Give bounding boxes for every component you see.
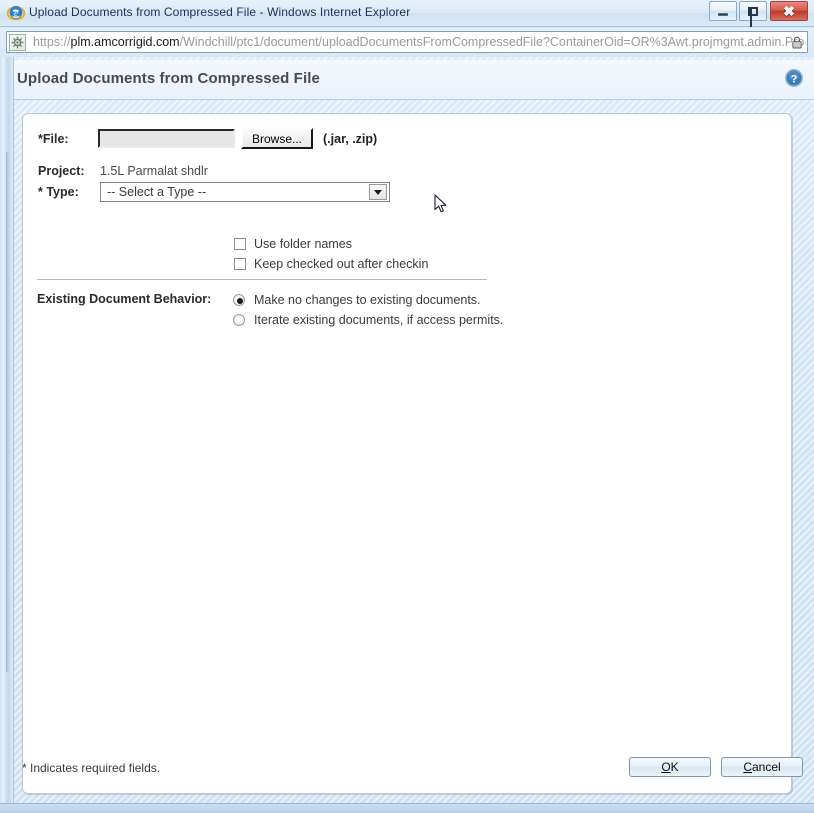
form-content-panel: *File: Browse... (.jar, .zip) Project: 1…: [22, 113, 792, 794]
help-question-icon[interactable]: ?: [784, 68, 804, 88]
checkbox-use-folder-names[interactable]: Use folder names: [234, 234, 428, 254]
file-label: *File:: [38, 131, 69, 146]
window-bottom-frame: [0, 803, 814, 813]
project-value: 1.5L Parmalat shdlr: [100, 164, 208, 178]
page-title: Upload Documents from Compressed File: [17, 70, 320, 87]
page-area: Upload Documents from Compressed File ? …: [0, 57, 814, 813]
existing-document-behavior-label: Existing Document Behavior:: [37, 292, 212, 306]
cancel-mnemonic: C: [743, 760, 752, 774]
browse-button[interactable]: Browse...: [241, 128, 314, 149]
restore-button[interactable]: [739, 1, 767, 27]
project-row: Project: 1.5L Parmalat shdlr: [38, 164, 208, 178]
site-favicon-icon: [9, 33, 26, 51]
type-label: * Type:: [38, 185, 79, 199]
dialog-footer: * Indicates required fields. OK Cancel: [14, 747, 814, 797]
radio-iterate-existing[interactable]: Iterate existing documents, if access pe…: [233, 310, 503, 330]
restore-icon: [740, 2, 766, 27]
address-bar-row: https://plm.amcorrigid.com/Windchill/ptc…: [0, 28, 814, 56]
file-format-hint: (.jar, .zip): [323, 131, 378, 146]
padlock-icon: [792, 36, 802, 49]
existing-document-behavior-row: Existing Document Behavior: Make no chan…: [37, 290, 503, 330]
radio-make-no-changes[interactable]: Make no changes to existing documents.: [233, 290, 503, 310]
url-scheme: https://: [33, 35, 71, 49]
close-button[interactable]: ✖: [770, 1, 808, 21]
url-host: plm.amcorrigid.com: [70, 35, 180, 49]
radio-dot[interactable]: [233, 294, 245, 306]
checkbox-box[interactable]: [234, 258, 246, 270]
checkbox-box[interactable]: [234, 238, 246, 250]
file-field-row: *File: Browse... (.jar, .zip): [38, 128, 377, 149]
checkbox-keep-checked-out[interactable]: Keep checked out after checkin: [234, 254, 428, 274]
form-header-bar: Upload Documents from Compressed File ?: [14, 60, 814, 100]
minimize-icon: [710, 2, 736, 20]
window-left-edge-accent: [6, 152, 10, 672]
type-select[interactable]: -- Select a Type --: [100, 182, 390, 202]
file-input[interactable]: [98, 129, 235, 148]
svg-text:?: ?: [791, 73, 798, 85]
address-bar[interactable]: https://plm.amcorrigid.com/Windchill/ptc…: [6, 31, 808, 53]
existing-document-behavior-options: Make no changes to existing documents. I…: [233, 290, 503, 330]
url-path: /Windchill/ptc1/document/uploadDocuments…: [179, 35, 805, 49]
ok-mnemonic: O: [661, 760, 671, 774]
type-row: * Type: -- Select a Type --: [38, 182, 390, 202]
radio-label: Iterate existing documents, if access pe…: [254, 313, 504, 327]
checkbox-label: Use folder names: [254, 237, 352, 251]
internet-explorer-logo-icon: e: [6, 4, 26, 22]
close-icon: ✖: [783, 2, 795, 19]
checkbox-label: Keep checked out after checkin: [254, 257, 429, 271]
cancel-button[interactable]: Cancel: [721, 757, 803, 777]
radio-label: Make no changes to existing documents.: [254, 293, 481, 307]
options-checkbox-group: Use folder names Keep checked out after …: [234, 234, 428, 274]
chevron-down-icon[interactable]: [369, 184, 387, 200]
cancel-label-rest: ancel: [751, 760, 781, 774]
browser-window: e Upload Documents from Compressed File …: [0, 0, 814, 813]
window-title-bar: e Upload Documents from Compressed File …: [0, 0, 814, 27]
minimize-button[interactable]: [709, 1, 737, 21]
window-title-text: Upload Documents from Compressed File - …: [29, 5, 411, 19]
section-divider: [37, 279, 487, 280]
type-selected-value: -- Select a Type --: [107, 185, 207, 199]
ok-button[interactable]: OK: [629, 757, 711, 777]
address-bar-url: https://plm.amcorrigid.com/Windchill/ptc…: [33, 35, 804, 49]
ok-label-rest: K: [670, 760, 679, 774]
radio-dot[interactable]: [233, 314, 245, 326]
project-label: Project:: [38, 164, 85, 178]
svg-text:e: e: [14, 8, 18, 18]
required-fields-note: * Indicates required fields.: [22, 761, 161, 775]
